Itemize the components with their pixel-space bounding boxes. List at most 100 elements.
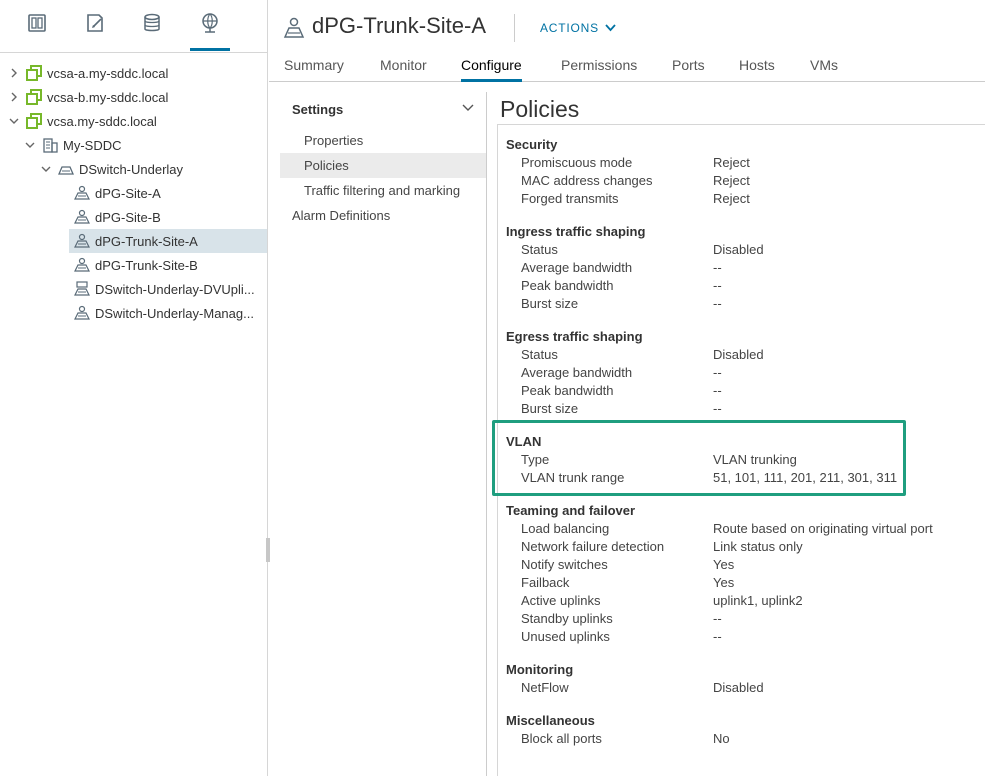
vcenter-icon — [26, 113, 42, 129]
chevron-down-icon — [605, 24, 616, 32]
prop-value: -- — [713, 629, 722, 644]
vcenter-icon — [26, 65, 42, 81]
prop-label: Unused uplinks — [521, 629, 610, 644]
prop-value: Route based on originating virtual port — [713, 521, 933, 536]
prop-value: Link status only — [713, 539, 803, 554]
tab-summary[interactable]: Summary — [284, 57, 344, 82]
portgroup-icon — [74, 185, 90, 200]
section-title-egress: Egress traffic shaping — [506, 329, 643, 344]
prop-label: VLAN trunk range — [521, 470, 625, 485]
chevron-down-icon[interactable] — [24, 139, 36, 151]
tree-item-dpg-site-a[interactable]: dPG-Site-A — [74, 181, 161, 205]
tree-item-dswitch-underlay[interactable]: DSwitch-Underlay — [40, 157, 183, 181]
prop-label: MAC address changes — [521, 173, 653, 188]
section-title-security: Security — [506, 137, 558, 152]
tab-permissions[interactable]: Permissions — [561, 57, 637, 82]
settings-item-policies[interactable]: Policies — [280, 153, 486, 178]
prop-label: NetFlow — [521, 680, 569, 695]
prop-label: Status — [521, 347, 558, 362]
tab-monitor[interactable]: Monitor — [380, 57, 427, 82]
policies-panel: Security Promiscuous mode Reject MAC add… — [497, 124, 985, 776]
prop-value: Disabled — [713, 242, 764, 257]
portgroup-icon — [74, 233, 90, 248]
settings-item-traffic-filtering[interactable]: Traffic filtering and marking — [280, 178, 486, 203]
vms-templates-tab[interactable] — [75, 12, 115, 52]
tree-item-dpg-trunk-site-b[interactable]: dPG-Trunk-Site-B — [74, 253, 198, 277]
prop-value: No — [713, 731, 730, 746]
object-title: dPG-Trunk-Site-A — [312, 13, 487, 38]
prop-label: Burst size — [521, 401, 579, 416]
tree-item-label: dPG-Trunk-Site-A — [95, 233, 198, 249]
tree-item-vcsa[interactable]: vcsa.my-sddc.local — [8, 109, 157, 133]
networking-tab[interactable] — [190, 12, 230, 51]
tree-item-label: dPG-Site-A — [95, 185, 161, 201]
vms-templates-icon — [87, 14, 103, 32]
prop-label: Forged transmits — [521, 191, 619, 206]
section-title-miscellaneous: Miscellaneous — [506, 713, 595, 728]
prop-value: Reject — [713, 155, 750, 170]
tab-hosts[interactable]: Hosts — [739, 57, 775, 82]
prop-label: Block all ports — [521, 731, 602, 746]
settings-nav: Settings Properties Policies Traffic fil… — [280, 92, 487, 776]
prop-label: Network failure detection — [521, 539, 665, 554]
tree-item-my-sddc[interactable]: My-SDDC — [24, 133, 122, 157]
chevron-down-icon[interactable] — [8, 115, 20, 127]
tree-item-label: DSwitch-Underlay-Manag... — [95, 305, 254, 321]
tree-item-label: DSwitch-Underlay-DVUpli... — [95, 281, 255, 297]
prop-value: Yes — [713, 575, 735, 590]
prop-label: Promiscuous mode — [521, 155, 633, 170]
prop-value: -- — [713, 260, 722, 275]
tree-item-label: dPG-Site-B — [95, 209, 161, 225]
settings-item-properties[interactable]: Properties — [280, 128, 486, 153]
prop-label: Notify switches — [521, 557, 608, 572]
prop-label: Load balancing — [521, 521, 610, 536]
navigator-tabs — [0, 0, 267, 53]
tab-ports[interactable]: Ports — [672, 57, 705, 82]
prop-value: -- — [713, 296, 722, 311]
prop-label: Standby uplinks — [521, 611, 613, 626]
actions-label: ACTIONS — [540, 21, 599, 35]
tree-item-vcsa-b[interactable]: vcsa-b.my-sddc.local — [8, 85, 168, 109]
tree-item-label: My-SDDC — [63, 137, 122, 153]
tree-item-vcsa-a[interactable]: vcsa-a.my-sddc.local — [8, 61, 168, 85]
hosts-clusters-icon — [28, 14, 46, 32]
prop-label: Failback — [521, 575, 570, 590]
portgroup-icon — [74, 209, 90, 224]
inventory-navigator: vcsa-a.my-sddc.local vcsa-b.my-sddc.loca… — [0, 0, 268, 776]
tree-item-management[interactable]: DSwitch-Underlay-Manag... — [74, 301, 266, 325]
prop-label: Peak bandwidth — [521, 278, 614, 293]
tab-vms[interactable]: VMs — [810, 57, 838, 82]
tab-configure[interactable]: Configure — [461, 57, 522, 82]
tree-item-dpg-site-b[interactable]: dPG-Site-B — [74, 205, 161, 229]
tree-item-dpg-trunk-site-a[interactable]: dPG-Trunk-Site-A — [69, 229, 267, 253]
chevron-right-icon[interactable] — [8, 67, 20, 79]
distributed-switch-icon — [58, 166, 74, 175]
vcenter-icon — [26, 89, 42, 105]
tree-item-label: DSwitch-Underlay — [79, 161, 184, 177]
actions-menu-button[interactable]: ACTIONS — [540, 21, 616, 35]
policies-view: Policies Security Promiscuous mode Rejec… — [497, 94, 985, 776]
section-title-vlan: VLAN — [506, 434, 542, 449]
settings-header[interactable]: Settings — [292, 102, 343, 117]
chevron-down-icon[interactable] — [40, 163, 52, 175]
chevron-down-icon[interactable] — [462, 103, 474, 113]
prop-value: Reject — [713, 191, 750, 206]
header-divider — [514, 14, 515, 42]
tree-item-dvuplinks[interactable]: DSwitch-Underlay-DVUpli... — [74, 277, 266, 301]
prop-label: Burst size — [521, 296, 579, 311]
prop-value: Yes — [713, 557, 735, 572]
prop-value: -- — [713, 383, 722, 398]
storage-icon — [144, 13, 160, 32]
hosts-clusters-tab[interactable] — [17, 12, 57, 52]
tree-item-label: vcsa-a.my-sddc.local — [47, 65, 169, 81]
alarm-definitions-item[interactable]: Alarm Definitions — [280, 203, 486, 228]
pane-splitter[interactable] — [266, 538, 270, 562]
tree-item-label: dPG-Trunk-Site-B — [95, 257, 198, 273]
chevron-right-icon[interactable] — [8, 91, 20, 103]
prop-label: Peak bandwidth — [521, 383, 614, 398]
prop-value: -- — [713, 401, 722, 416]
prop-value: -- — [713, 365, 722, 380]
storage-tab[interactable] — [132, 12, 172, 52]
prop-value: -- — [713, 611, 722, 626]
prop-label: Type — [521, 452, 550, 467]
